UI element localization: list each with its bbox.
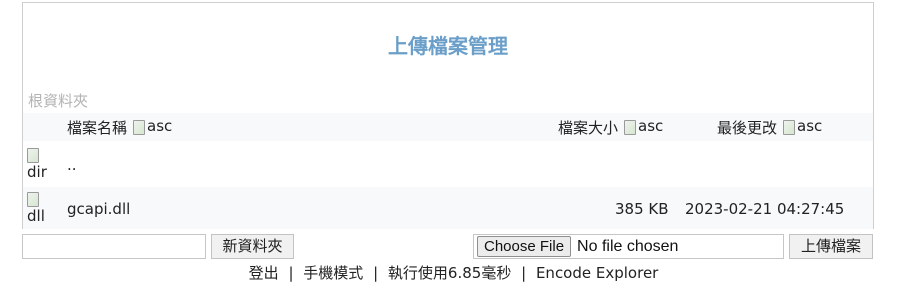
encode-explorer-link[interactable]: Encode Explorer (536, 264, 658, 282)
file-manager-frame: 上傳檔案管理 根資料夾 檔案名稱 asc 檔案大小 asc 最後更改 asc dir … (22, 2, 874, 229)
broken-image-icon (133, 119, 146, 135)
directory-icon: dir (27, 147, 49, 181)
sort-modified-alt: asc (797, 117, 823, 135)
sort-name-icon[interactable]: asc (133, 117, 172, 135)
sort-name-alt: asc (147, 117, 173, 135)
breadcrumb-root-link[interactable]: 根資料夾 (28, 90, 88, 111)
column-header-modified-label: 最後更改 (717, 119, 778, 137)
file-modified-date: 2023-02-21 04:27:45 (685, 200, 845, 218)
logout-link[interactable]: 登出 (249, 264, 279, 282)
choose-file-button[interactable]: Choose File (477, 236, 572, 257)
broken-image-icon (27, 148, 39, 163)
column-header-modified[interactable]: 最後更改 asc (717, 117, 822, 138)
broken-image-icon (27, 192, 39, 207)
execution-time-text: 執行使用6.85毫秒 (387, 264, 512, 282)
footer-separator: | (521, 264, 527, 282)
file-picker[interactable]: Choose File No file chosen (473, 234, 784, 259)
broken-image-icon (783, 119, 796, 135)
sort-size-alt: asc (638, 117, 664, 135)
upload-file-button[interactable]: 上傳檔案 (789, 234, 873, 259)
mobile-mode-link[interactable]: 手機模式 (303, 264, 363, 282)
column-header-size[interactable]: 檔案大小 asc (558, 117, 663, 138)
column-header-name[interactable]: 檔案名稱 asc (67, 117, 172, 138)
footer-separator: | (373, 264, 379, 282)
file-type-icon-alt: dll (27, 207, 45, 225)
footer-separator: | (288, 264, 294, 282)
file-status-text: No file chosen (577, 237, 679, 255)
broken-image-icon (624, 119, 637, 135)
directory-icon-alt: dir (27, 163, 47, 181)
sort-modified-icon[interactable]: asc (783, 117, 822, 135)
file-size: 385 KB (615, 200, 669, 218)
table-row[interactable]: dir .. (23, 143, 873, 185)
sort-size-icon[interactable]: asc (624, 117, 663, 135)
column-header-size-label: 檔案大小 (558, 119, 619, 137)
new-folder-button[interactable]: 新資料夾 (211, 234, 294, 259)
table-header-row: 檔案名稱 asc 檔案大小 asc 最後更改 asc (23, 113, 873, 141)
table-row[interactable]: dll gcapi.dll 385 KB 2023-02-21 04:27:45 (23, 187, 873, 229)
file-type-icon: dll (27, 191, 49, 225)
file-name-link[interactable]: gcapi.dll (67, 200, 130, 218)
footer: 登出 | 手機模式 | 執行使用6.85毫秒 | Encode Explorer (0, 262, 907, 283)
parent-directory-link[interactable]: .. (67, 156, 77, 174)
new-folder-name-input[interactable] (22, 234, 206, 259)
column-header-name-label: 檔案名稱 (67, 119, 128, 137)
page-title: 上傳檔案管理 (388, 34, 508, 58)
